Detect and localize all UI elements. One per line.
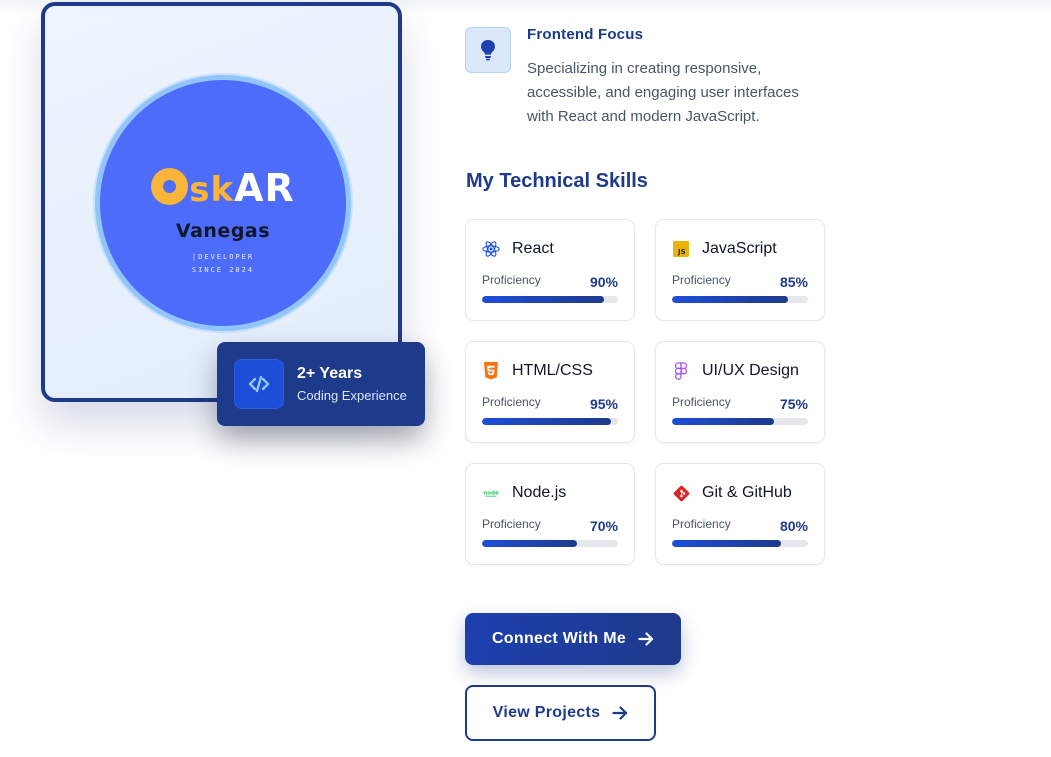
skill-name: HTML/CSS xyxy=(512,362,593,379)
html5-icon xyxy=(482,362,500,380)
focus-title: Frontend Focus xyxy=(527,26,644,43)
nodejs-icon: node xyxy=(482,484,500,502)
proficiency-bar-fill xyxy=(482,540,578,547)
svg-text:JS: JS xyxy=(677,248,686,256)
focus-description: Specializing in creating responsive, acc… xyxy=(527,60,799,125)
proficiency-bar-fill xyxy=(482,296,605,303)
logo-wordmark: skAR xyxy=(100,164,346,210)
skill-name: UI/UX Design xyxy=(702,362,799,379)
lightbulb-icon xyxy=(465,27,511,73)
skill-name: React xyxy=(512,240,554,257)
connect-with-me-button[interactable]: Connect With Me xyxy=(465,613,681,665)
projects-button-label: View Projects xyxy=(492,704,601,721)
figma-icon xyxy=(672,361,690,380)
skills-heading: My Technical Skills xyxy=(466,170,648,192)
logo-subtitle: Vanegas xyxy=(175,220,271,242)
skill-card-javascript: JS JavaScript Proficiency 85% xyxy=(655,219,825,321)
experience-subtitle: Coding Experience xyxy=(297,388,407,403)
proficiency-label: Proficiency xyxy=(482,517,541,531)
skill-name: JavaScript xyxy=(702,240,777,257)
proficiency-bar-fill xyxy=(672,418,774,425)
proficiency-label: Proficiency xyxy=(672,517,731,531)
logo-wordmark-sk: sk xyxy=(189,170,235,210)
skill-name: Node.js xyxy=(512,484,567,501)
proficiency-value: 70% xyxy=(589,518,618,534)
proficiency-value: 90% xyxy=(589,274,618,290)
proficiency-value: 75% xyxy=(779,396,808,412)
proficiency-label: Proficiency xyxy=(672,395,731,409)
skill-name: Git & GitHub xyxy=(702,484,792,501)
proficiency-label: Proficiency xyxy=(672,273,731,287)
proficiency-bar-fill xyxy=(672,540,781,547)
proficiency-bar xyxy=(482,418,618,425)
proficiency-bar xyxy=(672,540,808,547)
logo-tagline-since: SINCE 2024 xyxy=(191,266,255,274)
arrow-right-icon xyxy=(612,706,628,720)
arrow-right-icon xyxy=(638,632,654,646)
skill-card-react: React Proficiency 90% xyxy=(465,219,635,321)
proficiency-bar xyxy=(482,540,618,547)
svg-text:node: node xyxy=(483,490,499,496)
logo-tagline-developer: |DEVELOPER xyxy=(191,253,255,261)
view-projects-button[interactable]: View Projects xyxy=(465,685,656,741)
proficiency-bar xyxy=(672,418,808,425)
proficiency-value: 85% xyxy=(779,274,808,290)
javascript-icon: JS xyxy=(672,240,690,258)
logo-o-mark xyxy=(151,168,189,205)
proficiency-bar-fill xyxy=(672,296,788,303)
code-icon xyxy=(234,359,284,409)
profile-logo: skAR Vanegas |DEVELOPER SINCE 2024 xyxy=(95,75,351,331)
skill-card-git: Git & GitHub Proficiency 80% xyxy=(655,463,825,565)
git-icon xyxy=(672,484,690,502)
react-icon xyxy=(482,240,500,258)
skill-card-nodejs: node Node.js Proficiency 70% xyxy=(465,463,635,565)
proficiency-value: 80% xyxy=(779,518,808,534)
proficiency-value: 95% xyxy=(589,396,618,412)
proficiency-bar-fill xyxy=(482,418,612,425)
proficiency-label: Proficiency xyxy=(482,273,541,287)
proficiency-bar xyxy=(672,296,808,303)
skill-card-ui-ux: UI/UX Design Proficiency 75% xyxy=(655,341,825,443)
experience-badge: 2+ Years Coding Experience xyxy=(217,342,425,426)
proficiency-bar xyxy=(482,296,618,303)
connect-button-label: Connect With Me xyxy=(491,630,627,647)
logo-wordmark-suffix: AR xyxy=(234,166,295,210)
experience-title: 2+ Years xyxy=(297,365,363,382)
proficiency-label: Proficiency xyxy=(482,395,541,409)
skill-card-html-css: HTML/CSS Proficiency 95% xyxy=(465,341,635,443)
